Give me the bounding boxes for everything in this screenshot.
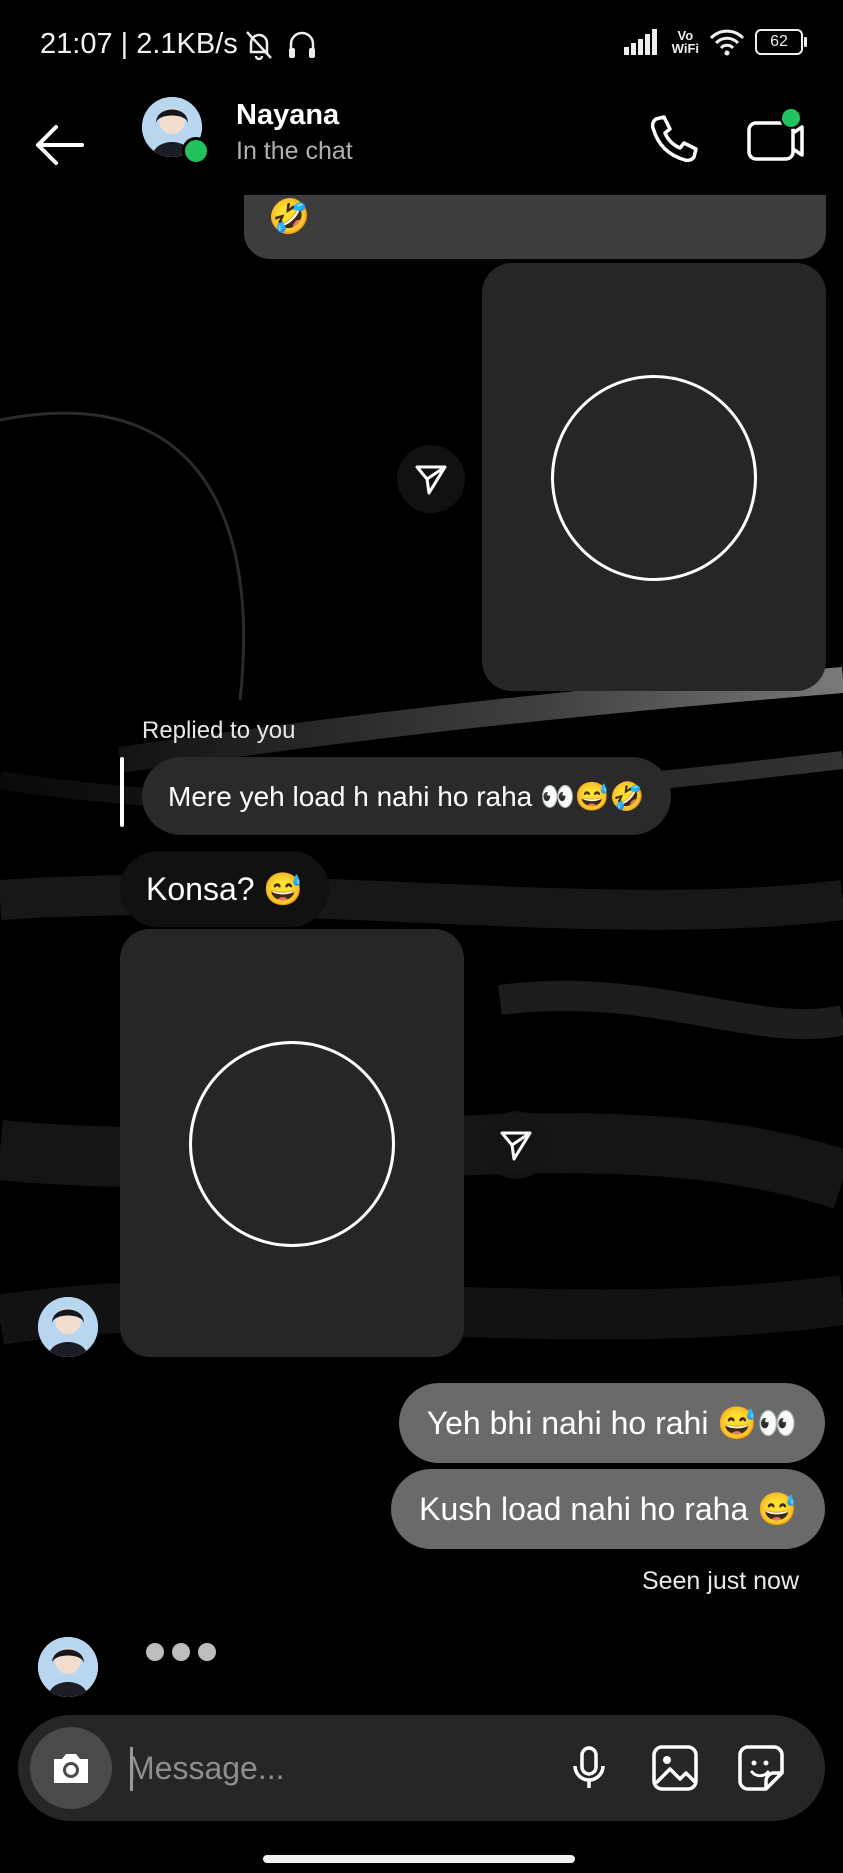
typing-dot — [146, 1643, 164, 1661]
battery-level: 62 — [770, 33, 788, 50]
message-composer — [18, 1715, 825, 1821]
typing-dot — [198, 1643, 216, 1661]
phone-icon — [650, 115, 698, 163]
media-loading-ring — [551, 375, 757, 581]
camera-button[interactable] — [30, 1727, 112, 1809]
voice-call-button[interactable] — [642, 109, 702, 169]
contact-name[interactable]: Nayana — [236, 99, 339, 132]
contact-status: In the chat — [236, 137, 353, 165]
microphone-icon — [573, 1746, 605, 1788]
incoming-media-message[interactable] — [120, 929, 464, 1357]
typing-indicator — [146, 1643, 216, 1661]
send-icon — [500, 1131, 532, 1161]
status-bar: 21:07 | 2.1KB/s Vo WiFi 62 — [0, 0, 843, 95]
message-emoji: 🤣 — [268, 198, 311, 236]
vowifi-indicator: Vo WiFi — [672, 29, 699, 55]
microphone-button[interactable] — [560, 1739, 618, 1797]
text-cursor — [130, 1747, 133, 1791]
reply-indicator-line — [120, 757, 124, 827]
arrow-left-icon — [36, 125, 84, 165]
image-icon — [652, 1745, 698, 1791]
outgoing-message[interactable]: Yeh bhi nahi ho rahi 😅👀 — [398, 1383, 825, 1463]
seen-receipt: Seen just now — [641, 1567, 799, 1595]
typing-dot — [172, 1643, 190, 1661]
send-icon — [415, 465, 447, 495]
outgoing-media-message[interactable] — [482, 263, 826, 691]
battery-icon: 62 — [755, 29, 807, 55]
message-list[interactable]: 🤣 Replied to you Mere yeh load h nahi ho… — [0, 185, 843, 1715]
status-time-text: 21:07 | 2.1KB/s — [40, 28, 238, 60]
headphones-icon — [289, 31, 315, 58]
status-time: 21:07 | 2.1KB/s — [40, 28, 238, 61]
sender-avatar[interactable] — [38, 1297, 98, 1357]
vowifi-bottom: WiFi — [671, 41, 699, 56]
status-right-icons: Vo WiFi 62 — [623, 28, 807, 56]
wifi-icon — [709, 29, 745, 56]
signal-icon — [623, 29, 657, 55]
typing-avatar[interactable] — [38, 1637, 98, 1697]
outgoing-message-partial[interactable]: 🤣 — [244, 185, 826, 259]
chat-header: Nayana In the chat — [0, 95, 843, 195]
home-indicator[interactable] — [263, 1855, 575, 1863]
outgoing-message[interactable]: Kush load nahi ho raha 😅 — [391, 1469, 825, 1549]
incoming-message[interactable]: Konsa? 😅 — [120, 851, 330, 927]
replied-label: Replied to you — [142, 717, 296, 744]
status-left-icons — [242, 28, 318, 62]
avatar-image — [38, 1297, 98, 1357]
mute-bell-icon — [246, 31, 272, 61]
sticker-button[interactable] — [732, 1739, 790, 1797]
media-loading-ring — [189, 1041, 395, 1247]
avatar-image — [38, 1637, 98, 1697]
share-button[interactable] — [397, 445, 465, 513]
share-button[interactable] — [482, 1111, 550, 1179]
back-button[interactable] — [30, 115, 90, 175]
camera-icon — [54, 1754, 88, 1783]
sticker-icon — [738, 1745, 784, 1791]
gallery-button[interactable] — [646, 1739, 704, 1797]
replied-message-bubble[interactable]: Mere yeh load h nahi ho raha 👀😅🤣 — [142, 757, 671, 835]
message-input[interactable] — [128, 1737, 548, 1799]
video-active-indicator — [780, 107, 802, 129]
online-indicator — [182, 137, 210, 165]
